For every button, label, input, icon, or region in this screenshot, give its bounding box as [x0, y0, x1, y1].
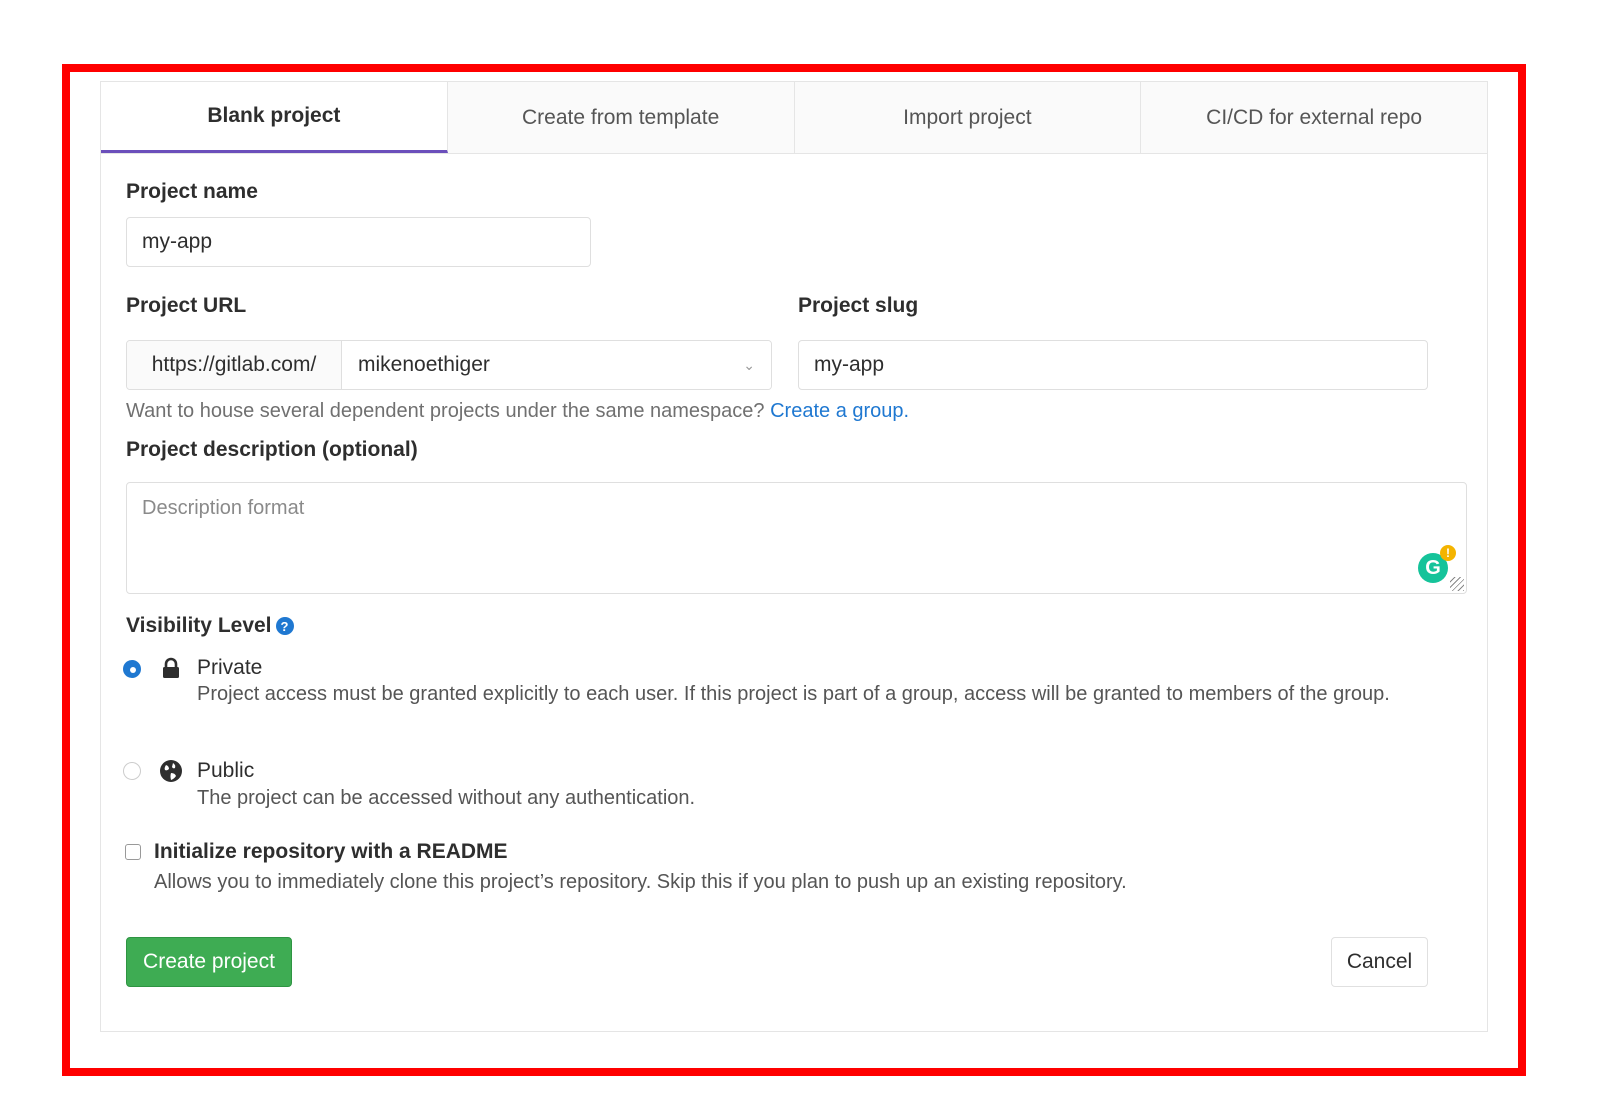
namespace-help-text: Want to house several dependent projects… [126, 400, 909, 423]
readme-label[interactable]: Initialize repository with a README [154, 840, 508, 864]
description-label: Project description (optional) [126, 438, 418, 461]
project-type-tabs: Blank project Create from template Impor… [101, 82, 1487, 154]
url-prefix: https://gitlab.com/ [127, 341, 342, 389]
visibility-private-title: Private [197, 656, 263, 679]
grammarly-alert-icon: ! [1440, 545, 1456, 561]
namespace-select[interactable]: mikenoethiger ⌄ [342, 341, 771, 389]
project-url-group: https://gitlab.com/ mikenoethiger ⌄ [126, 340, 772, 390]
description-textarea[interactable]: Description format G ! [126, 482, 1467, 594]
chevron-down-icon: ⌄ [743, 356, 755, 373]
visibility-public-title: Public [197, 759, 255, 782]
visibility-public-radio[interactable] [123, 762, 141, 780]
visibility-private-radio[interactable] [123, 660, 141, 678]
visibility-public-description: The project can be accessed without any … [197, 787, 696, 809]
create-group-link[interactable]: Create a group. [770, 400, 909, 422]
question-circle-icon[interactable]: ? [275, 617, 294, 636]
tab-create-from-template[interactable]: Create from template [448, 82, 795, 153]
project-name-label: Project name [126, 180, 258, 203]
create-project-button[interactable]: Create project [126, 937, 292, 987]
description-placeholder: Description format [142, 497, 305, 519]
project-url-label: Project URL [126, 294, 247, 317]
project-slug-input[interactable]: my-app [798, 340, 1428, 390]
tab-import-project[interactable]: Import project [795, 82, 1142, 153]
new-project-panel: Blank project Create from template Impor… [100, 81, 1488, 1032]
lock-icon [161, 657, 181, 684]
visibility-label-text: Visibility Level [126, 614, 272, 637]
globe-icon [159, 759, 183, 788]
readme-checkbox[interactable] [125, 844, 141, 860]
cancel-button[interactable]: Cancel [1331, 937, 1428, 987]
resize-handle-icon[interactable] [1450, 577, 1464, 591]
project-name-input[interactable]: my-app [126, 217, 591, 267]
readme-description: Allows you to immediately clone this pro… [154, 871, 1127, 893]
help-text: Want to house several dependent projects… [126, 400, 771, 422]
tab-cicd-external-repo[interactable]: CI/CD for external repo [1141, 82, 1487, 153]
project-slug-label: Project slug [798, 294, 919, 317]
visibility-private-description: Project access must be granted explicitl… [197, 683, 1390, 705]
tab-blank-project[interactable]: Blank project [101, 82, 448, 153]
namespace-value: mikenoethiger [358, 353, 490, 376]
visibility-level-label: Visibility Level? [126, 614, 294, 638]
